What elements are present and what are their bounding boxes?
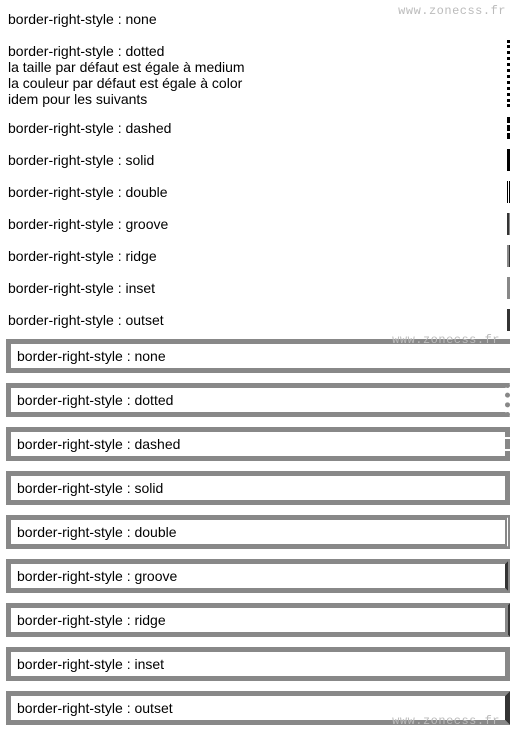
- example-note: idem pour les suivants: [8, 91, 147, 107]
- box-label: border-right-style : ridge: [17, 612, 166, 628]
- box-solid: border-right-style : solid: [6, 471, 510, 505]
- watermark-middle: www.zonecss.fr: [392, 333, 500, 347]
- example-label: border-right-style : inset: [8, 280, 155, 296]
- border-sample-solid: [507, 149, 510, 171]
- border-sample-outset: [507, 309, 510, 331]
- example-groove: border-right-style : groove: [6, 211, 510, 237]
- example-dotted: border-right-style : dotted la taille pa…: [6, 38, 510, 109]
- example-label: border-right-style : double: [8, 184, 168, 200]
- example-label: border-right-style : dashed: [8, 120, 171, 136]
- bottom-section: border-right-style : none border-right-s…: [6, 339, 510, 725]
- watermark-top: www.zonecss.fr: [398, 4, 506, 18]
- border-sample-groove: [507, 213, 510, 235]
- example-dashed: border-right-style : dashed: [6, 115, 510, 141]
- box-label: border-right-style : none: [17, 348, 166, 364]
- box-ridge: border-right-style : ridge: [6, 603, 510, 637]
- box-label: border-right-style : inset: [17, 656, 164, 672]
- border-sample-ridge: [507, 245, 510, 267]
- watermark-bottom: www.zonecss.fr: [392, 714, 500, 728]
- border-sample-inset: [507, 277, 510, 299]
- example-label: border-right-style : none: [8, 11, 157, 27]
- box-label: border-right-style : solid: [17, 480, 163, 496]
- example-note: la taille par défaut est égale à medium: [8, 59, 245, 75]
- box-label: border-right-style : double: [17, 524, 177, 540]
- example-label: border-right-style : ridge: [8, 248, 157, 264]
- bottom-wrapper: www.zonecss.fr border-right-style : none…: [6, 339, 510, 725]
- example-outset: border-right-style : outset: [6, 307, 510, 333]
- box-dotted: border-right-style : dotted: [6, 383, 510, 417]
- box-label: border-right-style : groove: [17, 568, 177, 584]
- box-label: border-right-style : outset: [17, 700, 173, 716]
- example-label: border-right-style : groove: [8, 216, 168, 232]
- example-inset: border-right-style : inset: [6, 275, 510, 301]
- example-label: border-right-style : outset: [8, 312, 164, 328]
- box-dashed: border-right-style : dashed: [6, 427, 510, 461]
- example-note: la couleur par défaut est égale à color: [8, 75, 242, 91]
- border-sample-dashed: [507, 117, 510, 139]
- box-label: border-right-style : dotted: [17, 392, 173, 408]
- example-label: border-right-style : solid: [8, 152, 154, 168]
- box-double: border-right-style : double: [6, 515, 510, 549]
- top-section: border-right-style : none border-right-s…: [6, 6, 510, 333]
- example-label: border-right-style : dotted: [8, 43, 164, 59]
- example-ridge: border-right-style : ridge: [6, 243, 510, 269]
- box-label: border-right-style : dashed: [17, 436, 180, 452]
- example-double: border-right-style : double: [6, 179, 510, 205]
- border-sample-double: [507, 181, 510, 203]
- box-groove: border-right-style : groove: [6, 559, 510, 593]
- border-sample-dotted: [507, 40, 510, 107]
- example-solid: border-right-style : solid: [6, 147, 510, 173]
- box-inset: border-right-style : inset: [6, 647, 510, 681]
